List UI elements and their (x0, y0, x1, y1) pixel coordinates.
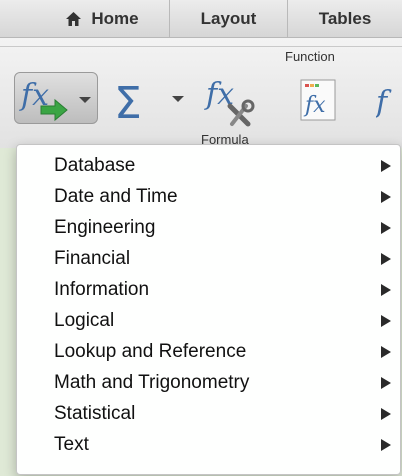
more-functions-icon[interactable]: f (374, 78, 402, 126)
menu-item-engineering[interactable]: Engineering (17, 212, 400, 243)
svg-text:Σ: Σ (114, 78, 142, 126)
submenu-arrow-icon (381, 159, 391, 172)
tab-tables[interactable]: Tables (288, 0, 402, 37)
menu-item-label: Information (54, 278, 150, 300)
menu-item-label: Engineering (54, 216, 156, 238)
menu-item-label: Financial (54, 247, 131, 269)
tab-tables-label: Tables (318, 8, 372, 28)
menu-item-date-and-time[interactable]: Date and Time (17, 181, 400, 212)
formula-builder-button[interactable]: fx (202, 72, 272, 134)
tab-home[interactable]: Home (36, 0, 170, 37)
submenu-arrow-icon (381, 407, 391, 420)
fx-box-button[interactable]: fx (293, 78, 343, 124)
function-category-menu: Database Date and Time Engineering Finan… (16, 144, 401, 475)
menu-item-label: Statistical (54, 402, 136, 424)
menu-item-label: Date and Time (54, 185, 178, 207)
tab-layout-label: Layout (200, 8, 257, 28)
menu-item-label: Lookup and Reference (54, 340, 247, 362)
menu-item-text[interactable]: Text (17, 429, 400, 460)
menu-item-label: Math and Trigonometry (54, 371, 250, 393)
tab-home-label: Home (91, 8, 139, 28)
menu-item-logical[interactable]: Logical (17, 305, 400, 336)
ribbon-tab-bar: Home Layout Tables (0, 0, 402, 38)
submenu-arrow-icon (381, 252, 391, 265)
fx-box-icon: fx (300, 79, 336, 121)
menu-item-label: Database (54, 154, 136, 176)
submenu-arrow-icon (381, 221, 391, 234)
ribbon-group-divider (0, 46, 402, 47)
menu-item-label: Text (54, 433, 89, 455)
sigma-icon: Σ (114, 78, 184, 129)
insert-function-button[interactable]: fx (14, 72, 98, 124)
submenu-arrow-icon (381, 283, 391, 296)
submenu-arrow-icon (381, 190, 391, 203)
submenu-arrow-icon (381, 438, 391, 451)
submenu-arrow-icon (381, 345, 391, 358)
menu-item-information[interactable]: Information (17, 274, 400, 305)
menu-item-financial[interactable]: Financial (17, 243, 400, 274)
formula-builder-icon: fx (204, 77, 255, 127)
insert-function-icon: fx (19, 78, 91, 122)
function-group-title: Function (285, 49, 335, 64)
menu-item-database[interactable]: Database (17, 150, 400, 181)
autosum-button[interactable]: Σ (112, 78, 188, 129)
menu-item-label: Logical (54, 309, 115, 331)
svg-text:fx: fx (303, 93, 326, 118)
menu-item-statistical[interactable]: Statistical (17, 398, 400, 429)
submenu-arrow-icon (381, 376, 391, 389)
home-icon (66, 11, 82, 26)
menu-item-math-and-trigonometry[interactable]: Math and Trigonometry (17, 367, 400, 398)
svg-text:f: f (376, 85, 392, 120)
menu-item-lookup-and-reference[interactable]: Lookup and Reference (17, 336, 400, 367)
submenu-arrow-icon (381, 314, 391, 327)
tab-layout[interactable]: Layout (170, 0, 288, 37)
